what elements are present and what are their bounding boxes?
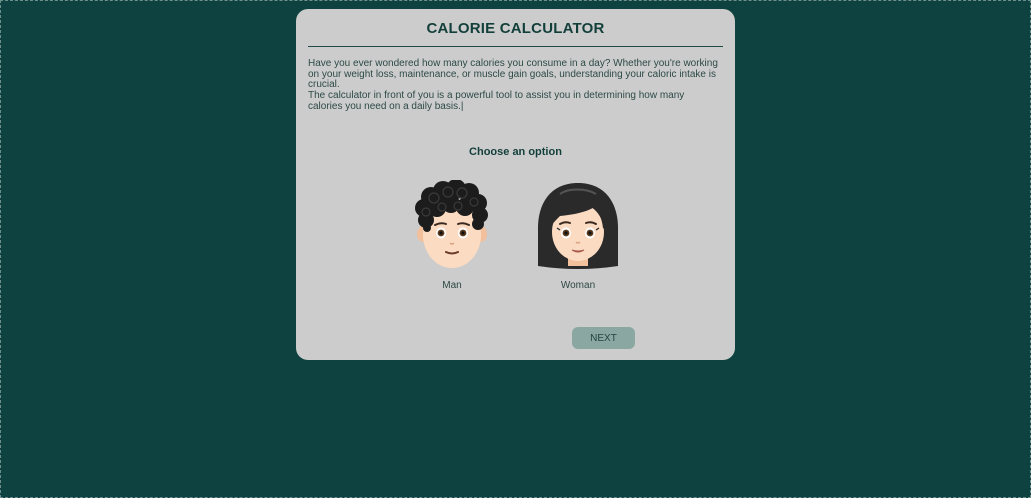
calculator-card: CALORIE CALCULATOR Have you ever wondere…: [296, 9, 735, 360]
woman-emoji-icon[interactable]: [528, 180, 628, 272]
option-woman[interactable]: Woman: [528, 180, 628, 291]
option-man-label: Man: [442, 280, 462, 291]
intro-paragraph-1: Have you ever wondered how many calories…: [308, 58, 718, 90]
next-button[interactable]: NEXT: [572, 327, 635, 349]
intro-paragraph-2: The calculator in front of you is a powe…: [308, 90, 720, 112]
page-title: CALORIE CALCULATOR: [426, 20, 605, 37]
title-divider: [308, 46, 723, 47]
choose-option-heading: Choose an option: [469, 146, 562, 158]
option-man[interactable]: Man: [402, 180, 502, 291]
man-emoji-icon[interactable]: [402, 180, 502, 272]
intro-paragraph-2-text: The calculator in front of you is a powe…: [308, 90, 685, 112]
text-cursor: |: [460, 100, 464, 112]
option-woman-label: Woman: [560, 280, 596, 291]
